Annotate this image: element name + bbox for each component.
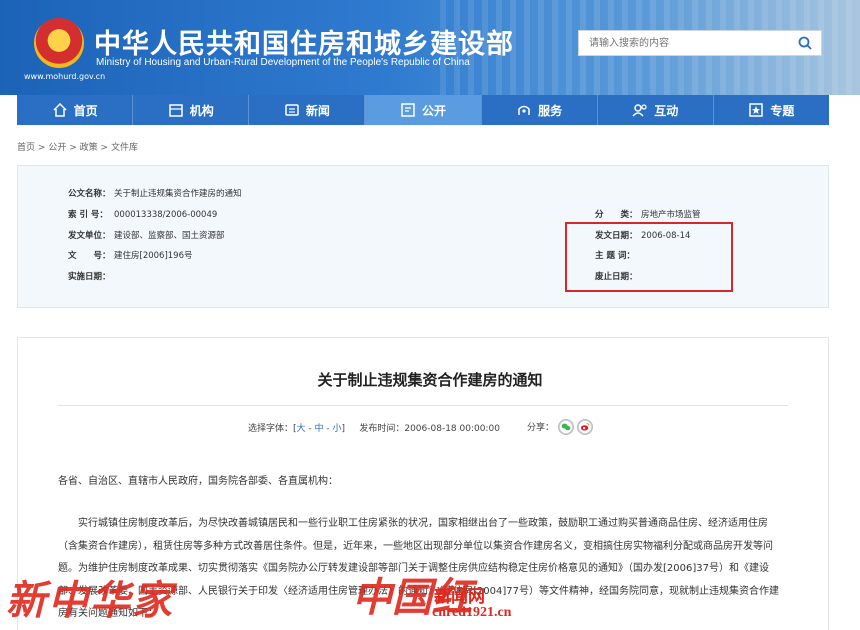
info-value: 建设部、监察部、国土资源部 bbox=[114, 231, 225, 241]
info-issuer: 发文单位： 建设部、监察部、国土资源部 bbox=[68, 229, 225, 241]
nav-label: 首页 bbox=[73, 103, 98, 118]
highlight-box bbox=[565, 222, 733, 292]
home-icon bbox=[53, 102, 67, 117]
search-box bbox=[578, 30, 822, 56]
info-implementation-date: 实施日期： bbox=[68, 270, 114, 282]
info-doc-name: 公文名称： 关于制止违规集资合作建房的通知 bbox=[68, 187, 242, 199]
font-size-label: 选择字体：[ bbox=[248, 424, 297, 434]
article-title: 关于制止违规集资合作建房的通知 bbox=[317, 371, 543, 389]
info-value: 房地产市场监管 bbox=[641, 210, 701, 220]
breadcrumb-home[interactable]: 首页 bbox=[17, 143, 35, 153]
nav-label: 公开 bbox=[421, 103, 446, 118]
nav-label: 互动 bbox=[654, 103, 679, 118]
nav-news[interactable]: 新闻 bbox=[249, 95, 366, 125]
publish-time: 发布时间：2006-08-18 00:00:00 bbox=[359, 424, 500, 434]
organization-icon bbox=[168, 104, 183, 117]
watermark-url: cnred1921.cn bbox=[432, 605, 512, 620]
info-key: 公文名称： bbox=[68, 189, 111, 199]
site-url[interactable]: www.mohurd.gov.cn bbox=[24, 72, 105, 81]
info-key: 分 类： bbox=[595, 210, 638, 220]
interaction-icon bbox=[632, 104, 647, 117]
breadcrumb-disclosure[interactable]: 公开 bbox=[48, 143, 66, 153]
topic-icon bbox=[749, 103, 764, 117]
disclosure-icon bbox=[401, 103, 415, 117]
info-key: 文 号： bbox=[68, 251, 111, 261]
info-key: 索 引 号： bbox=[68, 210, 108, 220]
info-value: 000013338/2006-00049 bbox=[114, 210, 218, 220]
info-index: 索 引 号： 000013338/2006-00049 bbox=[68, 208, 217, 220]
wechat-icon[interactable] bbox=[558, 419, 574, 435]
info-key: 实施日期： bbox=[68, 272, 111, 282]
article-salutation: 各省、自治区、直辖市人民政府，国务院各部委、各直属机构： bbox=[58, 476, 338, 487]
nav-label: 新闻 bbox=[305, 103, 330, 118]
nav-topic[interactable]: 专题 bbox=[714, 95, 829, 125]
breadcrumb-policy[interactable]: 政策 bbox=[80, 143, 98, 153]
font-sep: - bbox=[323, 424, 333, 434]
nav-interaction[interactable]: 互动 bbox=[598, 95, 714, 125]
nav-service[interactable]: 服务 bbox=[482, 95, 598, 125]
nav-label: 专题 bbox=[770, 103, 795, 118]
nav-disclosure[interactable]: 公开 bbox=[365, 95, 482, 125]
breadcrumb: 首页 > 公开 > 政策 > 文件库 bbox=[17, 140, 138, 153]
site-header: ★ www.mohurd.gov.cn 中华人民共和国住房和城乡建设部 Mini… bbox=[0, 0, 860, 95]
font-large-link[interactable]: 大 bbox=[297, 424, 306, 434]
weibo-icon[interactable] bbox=[577, 419, 593, 435]
watermark-left: 新中华家 bbox=[6, 577, 174, 624]
breadcrumb-sep: > bbox=[69, 143, 77, 153]
nav-label: 机构 bbox=[189, 103, 214, 118]
info-value: 关于制止违规集资合作建房的通知 bbox=[114, 189, 242, 199]
national-emblem-icon[interactable]: ★ bbox=[34, 18, 84, 68]
article-meta: 选择字体：[大 - 中 - 小] 发布时间：2006-08-18 00:00:0… bbox=[248, 421, 500, 434]
service-icon bbox=[518, 105, 530, 115]
font-sep: - bbox=[305, 424, 315, 434]
main-nav: 首页 机构 新闻 公开 服务 互动 专题 bbox=[17, 95, 829, 125]
breadcrumb-sep: > bbox=[100, 143, 109, 153]
share-label: 分享： bbox=[527, 423, 555, 433]
font-small-link[interactable]: 小 bbox=[333, 424, 342, 434]
site-title-en: Ministry of Housing and Urban-Rural Deve… bbox=[96, 57, 470, 68]
font-medium-link[interactable]: 中 bbox=[315, 424, 324, 434]
info-value: 建住房[2006]196号 bbox=[114, 251, 193, 261]
info-key: 发文单位： bbox=[68, 231, 111, 241]
nav-home[interactable]: 首页 bbox=[17, 95, 134, 125]
nav-organization[interactable]: 机构 bbox=[133, 95, 250, 125]
info-doc-number: 文 号： 建住房[2006]196号 bbox=[68, 249, 193, 261]
search-icon[interactable] bbox=[797, 35, 813, 51]
breadcrumb-library[interactable]: 文件库 bbox=[111, 143, 138, 153]
font-size-close: ] bbox=[341, 424, 346, 434]
breadcrumb-sep: > bbox=[37, 143, 46, 153]
search-input[interactable] bbox=[579, 31, 789, 55]
info-category: 分 类： 房地产市场监管 bbox=[595, 208, 701, 220]
news-icon bbox=[285, 104, 299, 116]
divider bbox=[58, 405, 788, 406]
site-title[interactable]: 中华人民共和国住房和城乡建设部 bbox=[94, 22, 514, 61]
nav-label: 服务 bbox=[538, 103, 563, 118]
watermark-news: 新闻网 bbox=[434, 587, 485, 607]
